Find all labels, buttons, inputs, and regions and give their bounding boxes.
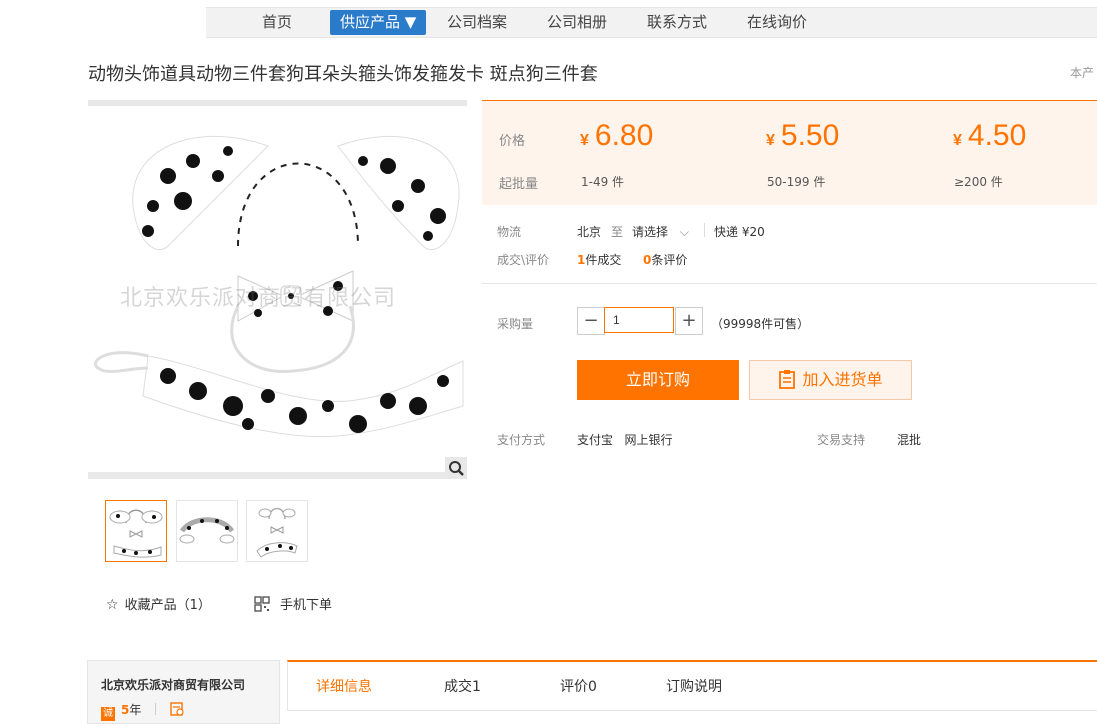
tab-details[interactable]: 详细信息 [316, 676, 372, 696]
express-fee: 快递 ¥20 [714, 225, 765, 239]
tab-order-notes[interactable]: 订购说明 [666, 676, 722, 696]
nav-item-contact[interactable]: 联系方式 [647, 8, 707, 37]
years-unit: 年 [129, 703, 142, 717]
destination-select-value: 请选择 [632, 225, 669, 239]
payment-label: 支付方式 [497, 433, 546, 447]
add-to-cart-button[interactable]: 加入进货单 [749, 360, 912, 400]
mobile-order-label: 手机下单 [280, 598, 333, 613]
nav-item-inquiry[interactable]: 在线询价 [747, 8, 807, 37]
currency-symbol: ¥ [766, 132, 775, 149]
divider [482, 283, 1097, 284]
decrease-button[interactable]: − [577, 307, 605, 335]
deal-count-text: 件成交 [585, 253, 622, 267]
nav-item-profile[interactable]: 公司档案 [447, 8, 507, 37]
nav-item-album[interactable]: 公司相册 [547, 8, 607, 37]
quantity-input[interactable] [604, 307, 674, 333]
nav-item-products[interactable]: 供应产品 ▼ [330, 10, 427, 35]
quantity-stepper: − + [577, 307, 703, 335]
destination-select[interactable]: 请选择 ⌵ [632, 223, 689, 240]
quantity-label: 采购量 [497, 317, 534, 331]
favorite-label: 收藏产品（1） [124, 598, 211, 613]
review-count-link[interactable]: 0条评价 [643, 251, 687, 268]
image-bottom-bar [88, 472, 467, 479]
deals-label: 成交\评价 [497, 253, 550, 267]
price-tier-2: ¥5.50 [766, 119, 839, 153]
thumbnail-2[interactable] [176, 500, 238, 562]
clipboard-icon [779, 370, 796, 389]
mobile-order-link[interactable]: 手机下单 [254, 594, 332, 613]
add-to-cart-label: 加入进货单 [802, 370, 883, 389]
price-value: 6.80 [594, 119, 654, 152]
available-stock: （99998件可售） [711, 317, 810, 331]
range-tier-2: 50-199 件 [767, 175, 826, 189]
price-tier-1: ¥6.80 [580, 119, 653, 153]
star-icon: ☆ [106, 597, 119, 613]
product-title: 动物头饰道具动物三件套狗耳朵头箍头饰发箍发卡 斑点狗三件套 [88, 64, 598, 85]
qrcode-icon [254, 596, 270, 612]
favorite-link[interactable]: ☆ 收藏产品（1） [106, 594, 211, 613]
nav-item-home[interactable]: 首页 [262, 8, 292, 37]
tab-deals[interactable]: 成交1 [444, 676, 481, 696]
currency-symbol: ¥ [953, 132, 962, 149]
price-label: 价格 [499, 134, 526, 149]
company-card: 北京欢乐派对商贸有限公司 诚 5年 [87, 660, 280, 724]
thumbnail-3[interactable] [246, 500, 308, 562]
divider [704, 223, 705, 237]
chevron-down-icon: ⌵ [679, 225, 689, 239]
thumbnail-image [109, 509, 163, 558]
trade-support-label: 交易支持 [817, 433, 866, 447]
price-value: 5.50 [780, 119, 840, 152]
top-right-note: 本产 [1070, 66, 1095, 80]
tab-reviews[interactable]: 评价0 [560, 676, 597, 696]
certificate-icon[interactable] [170, 702, 184, 716]
moq-label: 起批量 [499, 177, 539, 192]
price-tier-3: ¥4.50 [953, 119, 1026, 153]
review-count-text: 条评价 [651, 253, 688, 267]
company-name[interactable]: 北京欢乐派对商贸有限公司 [101, 676, 245, 693]
thumbnail-image [256, 507, 298, 558]
magnifier-icon [449, 461, 464, 476]
thumbnail-image [179, 517, 235, 544]
detail-tabs: 详细信息 成交1 评价0 订购说明 [287, 660, 1097, 711]
deal-count-link[interactable]: 1件成交 [577, 251, 621, 268]
logistics-to-word: 至 [611, 225, 624, 239]
image-watermark: 北京欢乐派对商贸有限公司 [120, 286, 397, 311]
zoom-button[interactable] [445, 457, 467, 479]
logistics-label: 物流 [497, 225, 522, 239]
range-tier-3: ≥200 件 [954, 175, 1003, 189]
increase-button[interactable]: + [675, 307, 703, 335]
price-value: 4.50 [967, 119, 1027, 152]
credit-badge-icon: 诚 [101, 707, 115, 721]
trade-support-value: 混批 [897, 433, 922, 447]
range-tier-1: 1-49 件 [581, 175, 625, 189]
buy-now-button[interactable]: 立即订购 [577, 360, 739, 400]
currency-symbol: ¥ [580, 132, 589, 149]
top-nav: 首页 供应产品 ▼ 公司档案 公司相册 联系方式 在线询价 [206, 7, 1097, 38]
divider [155, 703, 157, 715]
thumbnail-1[interactable] [105, 500, 167, 562]
payment-methods: 支付宝 网上银行 [577, 433, 673, 447]
logistics-from: 北京 [577, 225, 602, 239]
price-panel: 价格 起批量 ¥6.80 ¥5.50 ¥4.50 1-49 件 50-199 件… [482, 100, 1097, 205]
membership-years: 诚 5年 [101, 701, 184, 721]
